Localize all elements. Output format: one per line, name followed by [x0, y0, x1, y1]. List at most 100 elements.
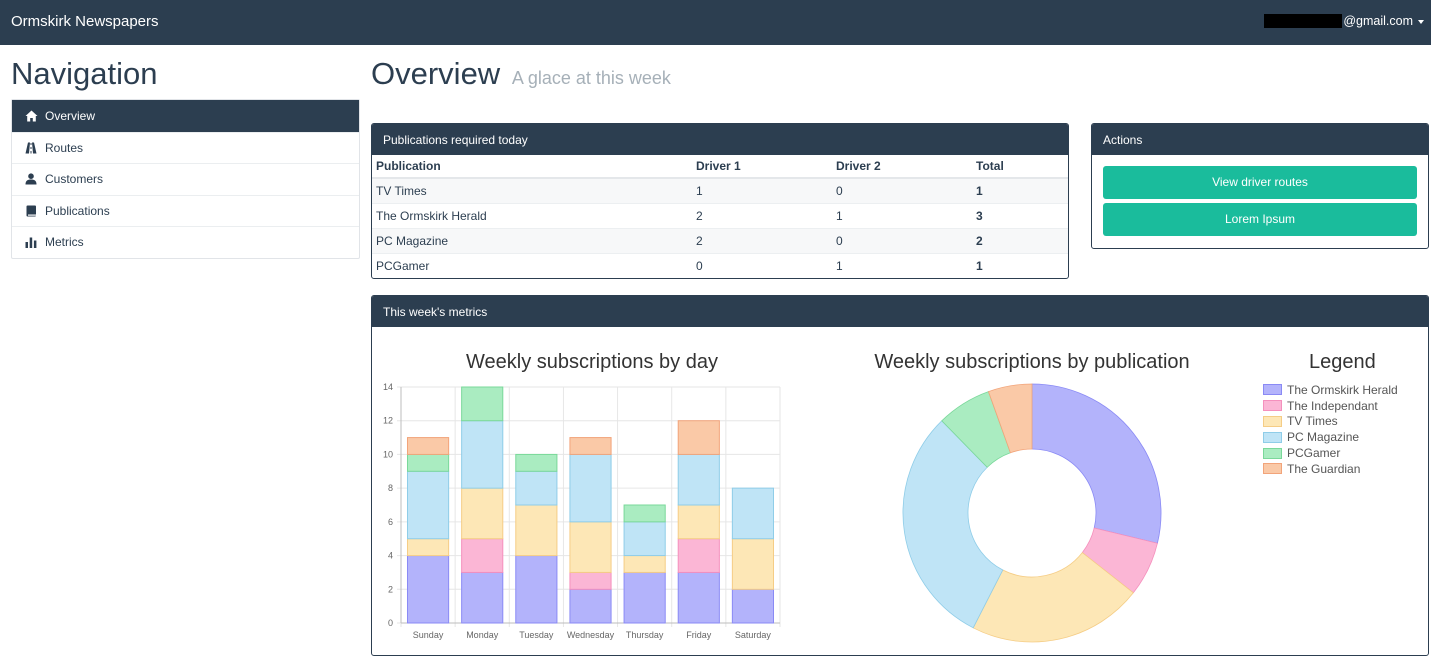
legend-item: The Guardian: [1263, 461, 1398, 477]
actions-panel-title: Actions: [1092, 124, 1428, 155]
bar-segment: [515, 453, 558, 472]
bar-segment: [569, 437, 612, 455]
y-tick-label: 0: [388, 618, 393, 628]
brand-link[interactable]: Ormskirk Newspapers: [11, 13, 159, 30]
sidebar-item-routes[interactable]: Routes: [12, 131, 359, 164]
legend-item: PCGamer: [1263, 445, 1398, 461]
legend-label: The Independant: [1287, 398, 1378, 413]
table-cell: 1: [832, 202, 972, 228]
y-tick-label: 8: [388, 483, 393, 493]
donut-slice: [1031, 383, 1162, 544]
page-title: Overview: [371, 56, 501, 91]
sidebar-item-publications[interactable]: Publications: [12, 194, 359, 227]
table-cell: 3: [972, 202, 1068, 228]
table-cell: 1: [972, 177, 1068, 203]
table-cell: 0: [832, 177, 972, 203]
legend-item: The Independant: [1263, 398, 1398, 414]
actions-panel: Actions View driver routes Lorem Ipsum: [1091, 123, 1429, 249]
table-header-row: Publication Driver 1 Driver 2 Total: [372, 155, 1068, 179]
y-tick-label: 4: [388, 551, 393, 561]
table-row: PCGamer 0 1 1: [372, 252, 1068, 278]
legend-item: The Ormskirk Herald: [1263, 382, 1398, 398]
donut-chart: [902, 383, 1162, 643]
bar-segment: [515, 555, 558, 624]
bar-segment: [623, 504, 666, 523]
view-driver-routes-button[interactable]: View driver routes: [1103, 166, 1417, 199]
x-tick-label: Sunday: [413, 630, 444, 640]
bar-segment: [515, 504, 558, 557]
table-cell: 2: [972, 227, 1068, 253]
legend-item: PC Magazine: [1263, 429, 1398, 445]
bar-segment: [569, 571, 612, 590]
sidebar-item-label: Overview: [45, 108, 96, 123]
bar-segment: [461, 571, 504, 624]
table-cell: 1: [832, 252, 972, 278]
book-icon: [24, 204, 38, 218]
column-header: Publication: [372, 155, 692, 179]
publications-panel: Publications required today Publication …: [371, 123, 1069, 279]
legend-swatch: [1263, 384, 1282, 396]
legend-swatch: [1263, 400, 1282, 412]
table-row: TV Times 1 0 1: [372, 177, 1068, 203]
top-navbar: Ormskirk Newspapers @gmail.com: [0, 0, 1431, 45]
y-tick-label: 2: [388, 584, 393, 594]
user-menu[interactable]: @gmail.com: [1264, 14, 1424, 28]
publications-table: Publication Driver 1 Driver 2 Total TV T…: [372, 155, 1068, 278]
y-tick-label: 12: [383, 416, 393, 426]
bar-segment: [677, 571, 720, 624]
bar-segment: [515, 470, 558, 506]
bar-segment: [623, 555, 666, 573]
table-cell: 2: [692, 202, 832, 228]
bar-segment: [731, 487, 775, 540]
bar-segment: [406, 470, 450, 540]
sidebar-item-overview[interactable]: Overview: [12, 100, 359, 132]
table-cell: 0: [692, 252, 832, 278]
y-tick-label: 14: [383, 382, 393, 392]
sidebar-item-metrics[interactable]: Metrics: [12, 226, 359, 258]
legend-swatch: [1263, 431, 1282, 443]
y-tick-label: 6: [388, 517, 393, 527]
table-cell: 2: [692, 227, 832, 253]
bar-segment: [406, 453, 450, 472]
table-cell: 1: [972, 252, 1068, 278]
x-tick-label: Friday: [686, 630, 712, 640]
table-cell: The Ormskirk Herald: [372, 202, 692, 228]
legend-swatch: [1263, 463, 1282, 475]
column-header: Total: [972, 155, 1068, 179]
y-tick-label: 10: [383, 449, 393, 459]
bar-segment: [623, 571, 666, 624]
table-cell: 0: [832, 227, 972, 253]
legend-title: Legend: [1309, 351, 1376, 373]
bar-segment: [677, 453, 720, 506]
bar-segment: [461, 420, 504, 489]
column-header: Driver 2: [832, 155, 972, 179]
lorem-ipsum-button[interactable]: Lorem Ipsum: [1103, 203, 1417, 236]
sidebar-title: Navigation: [11, 56, 158, 91]
legend-item: TV Times: [1263, 414, 1398, 430]
table-row: The Ormskirk Herald 2 1 3: [372, 202, 1068, 228]
donut-chart-title: Weekly subscriptions by publication: [874, 351, 1190, 373]
x-tick-label: Tuesday: [519, 630, 554, 640]
bar-segment: [731, 538, 775, 590]
sidebar-item-customers[interactable]: Customers: [12, 163, 359, 195]
bar-chart-title: Weekly subscriptions by day: [466, 351, 718, 373]
legend-label: PC Magazine: [1287, 430, 1360, 445]
x-tick-label: Monday: [466, 630, 499, 640]
home-icon: [24, 109, 38, 123]
column-header: Driver 1: [692, 155, 832, 179]
chart-legend: The Ormskirk Herald The Independant TV Tim…: [1263, 382, 1398, 477]
redacted-username: [1264, 14, 1343, 28]
x-tick-label: Thursday: [626, 630, 664, 640]
sidebar-nav: Overview Routes Customers Publications M…: [11, 99, 360, 259]
legend-label: The Guardian: [1287, 461, 1361, 476]
legend-swatch: [1263, 415, 1282, 427]
table-cell: 1: [692, 177, 832, 203]
user-icon: [24, 172, 38, 186]
bar-segment: [569, 588, 612, 624]
bar-segment: [461, 386, 504, 422]
sidebar-item-label: Publications: [45, 203, 110, 218]
sidebar-item-label: Customers: [45, 172, 104, 187]
user-email: @gmail.com: [1343, 14, 1413, 28]
bar-segment: [406, 555, 450, 624]
road-icon: [24, 141, 38, 155]
